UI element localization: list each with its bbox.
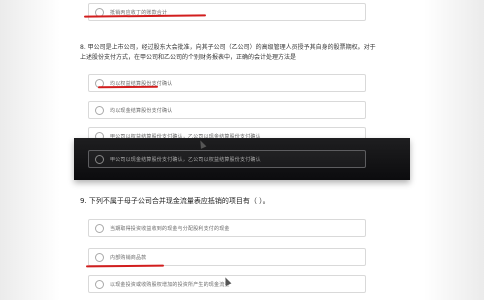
right-edge-fade <box>424 0 484 300</box>
answer-option[interactable]: 均以权益结算股份支付确认 <box>88 74 366 92</box>
option-label: 甲公司以现金结算股份支付确认，乙公司以权益结算股份支付确认 <box>110 156 261 163</box>
option-label: 内部购销商品款 <box>110 254 147 261</box>
radio-button[interactable] <box>95 279 104 289</box>
radio-button[interactable] <box>95 223 104 233</box>
answer-option[interactable]: 当期取得投资收益收到的现金与分配股利支付的现金 <box>88 219 366 237</box>
radio-button[interactable] <box>95 154 104 164</box>
left-edge-fade <box>0 0 60 300</box>
question-8-title-line2: 上述股份支付方式，在甲公司和乙公司的个别财务报表中，正确的会计处理方法是 <box>80 54 297 61</box>
red-highlight-underline <box>85 264 165 268</box>
answer-option[interactable]: 均以现金结算股份支付确认 <box>88 101 366 119</box>
option-label: 均以现金结算股份支付确认 <box>110 107 173 114</box>
answer-option[interactable]: 内部购销商品款 <box>88 248 366 266</box>
question-8-title-line1: 8. 甲公司是上市公司，经过股东大会批准，向其子公司（乙公司）的高级管理人员授予… <box>80 44 376 51</box>
answer-option[interactable]: 甲公司以现金结算股份支付确认，乙公司以权益结算股份支付确认 <box>88 150 366 168</box>
radio-button[interactable] <box>95 252 104 262</box>
question-9-title: 9. 下列不属于母子公司合并现金流量表应抵销的项目有（ ）。 <box>80 197 270 205</box>
option-label: 当期取得投资收益收到的现金与分配股利支付的现金 <box>110 225 230 232</box>
answer-option[interactable]: 抵销丙应收丁的账款合计 <box>88 3 366 21</box>
option-label: 以现金投资或收购股权增加的投资所产生的现金流量 <box>110 281 230 288</box>
radio-button[interactable] <box>95 105 104 115</box>
